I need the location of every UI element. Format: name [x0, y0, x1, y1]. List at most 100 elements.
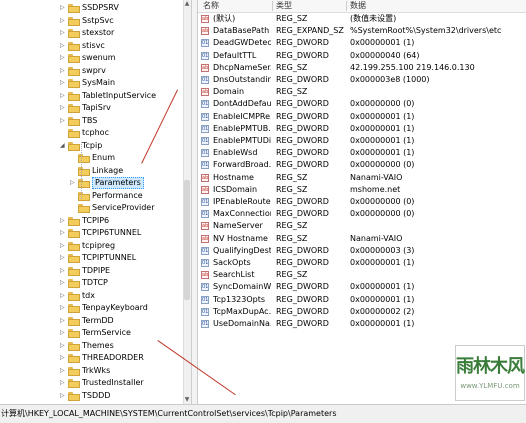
tree-item-label: Performance	[92, 191, 143, 200]
value-row[interactable]: 01 Tcp1323Opts REG_DWORD 0x00000001 (1)	[198, 294, 526, 306]
tree-item[interactable]: Linkage	[0, 165, 183, 177]
tree-item[interactable]: ▷ TCPIP6TUNNEL	[0, 227, 183, 239]
tree-item[interactable]: ▷ TrkWks	[0, 365, 183, 377]
value-row[interactable]: ab (默认) REG_SZ (数值未设置)	[198, 13, 526, 25]
expand-arrow-icon[interactable]: ▷	[60, 229, 66, 236]
expand-arrow-icon[interactable]: ▷	[70, 179, 76, 186]
expand-arrow-icon[interactable]: ▷	[60, 242, 66, 249]
tree-item[interactable]: ▷ TenpayKeyboard	[0, 302, 183, 314]
tree-item[interactable]: ▷ TDTCP	[0, 277, 183, 289]
tree-item[interactable]: ▷ swenum	[0, 52, 183, 64]
value-row[interactable]: 01 DeadGWDetec... REG_DWORD 0x00000001 (1)	[198, 37, 526, 49]
pane-splitter[interactable]	[191, 0, 198, 404]
scroll-down-arrow-icon[interactable]: ▼	[184, 396, 190, 404]
value-row[interactable]: ab ICSDomain REG_SZ mshome.net	[198, 184, 526, 196]
expand-arrow-icon[interactable]: ▷	[60, 217, 66, 224]
tree-item[interactable]: ▷ TabletInputService	[0, 90, 183, 102]
tree-item[interactable]: ▷ TermDD	[0, 315, 183, 327]
expand-arrow-icon[interactable]: ▷	[60, 92, 66, 99]
tree-item[interactable]: ▷ Themes	[0, 340, 183, 352]
expand-arrow-icon[interactable]: ▷	[60, 104, 66, 111]
column-header-data[interactable]: 数据	[350, 0, 366, 12]
collapse-arrow-icon[interactable]: ◢	[60, 142, 66, 149]
tree-item[interactable]: ▷ SstpSvc	[0, 15, 183, 27]
expand-arrow-icon[interactable]: ▷	[60, 42, 66, 49]
tree-item[interactable]: ▷ TDPIPE	[0, 265, 183, 277]
column-header-name[interactable]: 名称	[203, 0, 219, 12]
value-row[interactable]: 01 UseDomainNa... REG_DWORD 0x00000001 (1)	[198, 318, 526, 330]
tree-item[interactable]: ▷ TrustedInstaller	[0, 377, 183, 389]
expand-arrow-icon[interactable]: ▷	[60, 342, 66, 349]
tree-item[interactable]: ▷ SysMain	[0, 77, 183, 89]
tree-item[interactable]: ▷ TSDDD	[0, 390, 183, 402]
expand-arrow-icon[interactable]: ▷	[60, 79, 66, 86]
value-row[interactable]: 01 DefaultTTL REG_DWORD 0x00000040 (64)	[198, 50, 526, 62]
expand-arrow-icon[interactable]: ▷	[60, 354, 66, 361]
expand-arrow-icon[interactable]: ▷	[60, 292, 66, 299]
tree-item[interactable]: ▷ stexstor	[0, 27, 183, 39]
expand-arrow-icon[interactable]: ▷	[60, 117, 66, 124]
expand-arrow-icon[interactable]: ▷	[60, 392, 66, 399]
value-row[interactable]: ab DataBasePath REG_EXPAND_SZ %SystemRoot%\…	[198, 25, 526, 37]
tree-item[interactable]: ▷ stisvc	[0, 40, 183, 52]
expand-arrow-icon[interactable]: ▷	[60, 29, 66, 36]
value-row[interactable]: 01 MaxConnection... REG_DWORD 0x00000000 (0…	[198, 208, 526, 220]
expand-arrow-icon[interactable]: ▷	[60, 67, 66, 74]
value-row[interactable]: ab Domain REG_SZ	[198, 86, 526, 98]
expand-arrow-icon[interactable]: ▷	[60, 267, 66, 274]
value-data: Nanami-VAIO	[350, 173, 403, 182]
value-row[interactable]: ab NameServer REG_SZ	[198, 220, 526, 232]
tree-item[interactable]: ▷ swprv	[0, 65, 183, 77]
expand-arrow-icon[interactable]: ▷	[60, 17, 66, 24]
value-row[interactable]: 01 SyncDomainWi... REG_DWORD 0x00000001 (1)	[198, 281, 526, 293]
value-row[interactable]: 01 EnablePMTUDi... REG_DWORD 0x00000001 (1)	[198, 135, 526, 147]
scroll-up-arrow-icon[interactable]: ▲	[184, 0, 190, 8]
tree-item[interactable]: Performance	[0, 190, 183, 202]
value-name: DhcpNameSer...	[213, 63, 271, 72]
tree-item-label: swprv	[82, 66, 106, 75]
value-row[interactable]: 01 DnsOutstandin... REG_DWORD 0x000003e8 (1…	[198, 74, 526, 86]
tree-item[interactable]: ▷ SSDPSRV	[0, 2, 183, 14]
tree-scrollbar-thumb[interactable]	[184, 180, 190, 300]
tree-item[interactable]: ▷ tcpipreg	[0, 240, 183, 252]
tree-item[interactable]: ▷ TBS	[0, 115, 183, 127]
value-row[interactable]: ab SearchList REG_SZ	[198, 269, 526, 281]
value-row[interactable]: 01 EnableWsd REG_DWORD 0x00000001 (1)	[198, 147, 526, 159]
value-row[interactable]: 01 SackOpts REG_DWORD 0x00000001 (1)	[198, 257, 526, 269]
tree-item[interactable]: Enum	[0, 152, 183, 164]
tree-item[interactable]: ServiceProvider	[0, 202, 183, 214]
expand-arrow-icon[interactable]: ▷	[60, 279, 66, 286]
expand-arrow-icon[interactable]: ▷	[60, 4, 66, 11]
expand-arrow-icon[interactable]: ▷	[60, 367, 66, 374]
value-data: 0x00000001 (1)	[350, 38, 415, 47]
expand-arrow-icon[interactable]: ▷	[60, 329, 66, 336]
expand-arrow-icon[interactable]: ▷	[60, 254, 66, 261]
tree-item[interactable]: ▷ THREADORDER	[0, 352, 183, 364]
value-row[interactable]: 01 EnableICMPRe... REG_DWORD 0x00000001 (1)	[198, 111, 526, 123]
value-row[interactable]: 01 TcpMaxDupAc... REG_DWORD 0x00000002 (2)	[198, 306, 526, 318]
registry-values-list[interactable]: 名称 类型 数据 ab (默认) REG_SZ (数值未设置) ab DataBasePa…	[198, 0, 526, 404]
value-row[interactable]: ab DhcpNameSer... REG_SZ 42.199.255.100 219…	[198, 62, 526, 74]
column-header-type[interactable]: 类型	[276, 0, 292, 12]
tree-item[interactable]: ▷ TapiSrv	[0, 102, 183, 114]
value-row[interactable]: 01 DontAddDefau... REG_DWORD 0x00000000 (0)	[198, 98, 526, 110]
tree-item[interactable]: ▷ TermService	[0, 327, 183, 339]
column-divider[interactable]	[346, 1, 347, 11]
expand-arrow-icon[interactable]: ▷	[60, 379, 66, 386]
value-type: REG_DWORD	[276, 295, 329, 304]
value-row[interactable]: 01 IPEnableRouter REG_DWORD 0x00000000 (0)	[198, 196, 526, 208]
tree-item[interactable]: ▷ TCPIP6	[0, 215, 183, 227]
tree-item[interactable]: ▷ TCPIPTUNNEL	[0, 252, 183, 264]
value-row[interactable]: ab NV Hostname REG_SZ Nanami-VAIO	[198, 233, 526, 245]
column-divider[interactable]	[272, 1, 273, 11]
tree-item[interactable]: ◢ Tcpip	[0, 140, 183, 152]
value-row[interactable]: 01 ForwardBroad... REG_DWORD 0x00000000 (0)	[198, 159, 526, 171]
expand-arrow-icon[interactable]: ▷	[60, 304, 66, 311]
tree-item[interactable]: ▷ tdx	[0, 290, 183, 302]
expand-arrow-icon[interactable]: ▷	[60, 54, 66, 61]
expand-arrow-icon[interactable]: ▷	[60, 317, 66, 324]
value-row[interactable]: 01 EnablePMTUB... REG_DWORD 0x00000001 (1)	[198, 123, 526, 135]
tree-item[interactable]: ▷ Parameters	[0, 177, 183, 189]
value-row[interactable]: 01 QualifyingDesti... REG_DWORD 0x00000003 …	[198, 245, 526, 257]
value-row[interactable]: ab Hostname REG_SZ Nanami-VAIO	[198, 172, 526, 184]
